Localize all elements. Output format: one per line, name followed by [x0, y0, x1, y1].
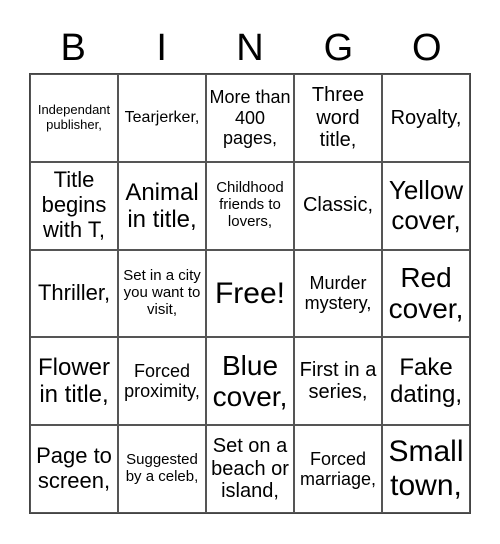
free-space[interactable]: Free! — [206, 249, 294, 338]
header-letter-g: G — [323, 27, 354, 69]
bingo-cell[interactable]: Three word title, — [294, 74, 382, 162]
bingo-cell[interactable]: Set in a city you want to visit, — [118, 249, 206, 338]
bingo-cell[interactable]: Flower in title, — [30, 337, 118, 426]
bingo-header: B I N G O — [29, 22, 471, 74]
bingo-cell[interactable]: Thriller, — [30, 249, 118, 338]
bingo-grid: Independant publisher, Tearjerker, More … — [29, 73, 471, 514]
bingo-cell[interactable]: Classic, — [294, 161, 382, 250]
bingo-cell[interactable]: Set on a beach or island, — [206, 425, 294, 513]
bingo-cell[interactable]: Forced marriage, — [294, 425, 382, 513]
bingo-cell[interactable]: Title begins with T, — [30, 161, 118, 250]
bingo-cell[interactable]: More than 400 pages, — [206, 74, 294, 162]
bingo-cell[interactable]: Page to screen, — [30, 425, 118, 513]
bingo-cell[interactable]: Fake dating, — [382, 337, 470, 426]
bingo-cell[interactable]: Tearjerker, — [118, 74, 206, 162]
bingo-cell[interactable]: Red cover, — [382, 249, 470, 338]
header-letter-i: I — [156, 27, 167, 69]
bingo-cell[interactable]: First in a series, — [294, 337, 382, 426]
header-letter-b: B — [60, 27, 86, 69]
header-letter-n: N — [236, 27, 264, 69]
bingo-cell[interactable]: Animal in title, — [118, 161, 206, 250]
header-letter-o: O — [412, 27, 442, 69]
bingo-cell[interactable]: Royalty, — [382, 74, 470, 162]
bingo-cell[interactable]: Independant publisher, — [30, 74, 118, 162]
bingo-cell[interactable]: Suggested by a celeb, — [118, 425, 206, 513]
bingo-cell[interactable]: Childhood friends to lovers, — [206, 161, 294, 250]
bingo-cell[interactable]: Blue cover, — [206, 337, 294, 426]
bingo-cell[interactable]: Small town, — [382, 425, 470, 513]
bingo-cell[interactable]: Forced proximity, — [118, 337, 206, 426]
bingo-cell[interactable]: Yellow cover, — [382, 161, 470, 250]
bingo-cell[interactable]: Murder mystery, — [294, 249, 382, 338]
